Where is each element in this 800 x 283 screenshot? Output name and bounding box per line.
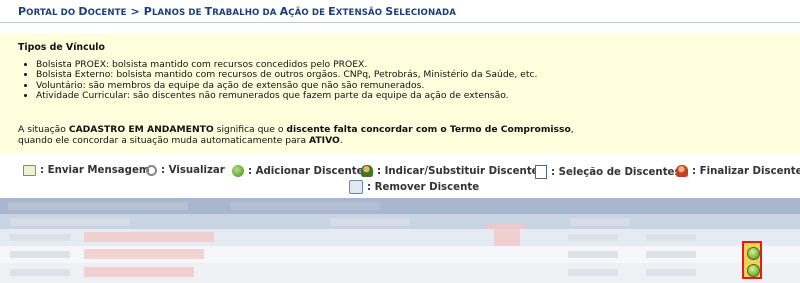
table-header [0, 214, 800, 238]
note-text: quando ele concordar a situação muda aut… [18, 135, 310, 146]
breadcrumb-separator: > [126, 5, 144, 18]
breadcrumb-text: E [328, 5, 336, 18]
row-actions-highlight [742, 241, 762, 279]
blurred-content [230, 202, 380, 210]
blurred-content [568, 269, 618, 276]
blurred-content [494, 229, 520, 246]
legend-remover-discente: : Remover Discente [349, 180, 479, 194]
table-row [0, 246, 800, 263]
blurred-content [330, 218, 410, 226]
green-arrow-icon[interactable] [747, 247, 760, 260]
blurred-content [10, 269, 70, 276]
note-text: . [339, 135, 343, 146]
page-header: PORTAL DO DOCENTE > PLANOS DE TRABALHO D… [0, 0, 800, 22]
legend-enviar-mensagem: : Enviar Mensagem [23, 165, 149, 176]
blurred-content [646, 234, 696, 241]
blurred-content [84, 267, 194, 277]
blurred-content [570, 218, 630, 226]
info-box: Tipos de Vínculo Bolsista PROEX: bolsist… [0, 34, 800, 153]
blurred-content [84, 249, 204, 259]
blurred-content [646, 269, 696, 276]
legend-selecao-discentes: : Seleção de Discentes [535, 165, 681, 179]
legend-label: : Seleção de Discentes [551, 166, 681, 178]
breadcrumb-text: P [143, 5, 152, 18]
breadcrumb-text: OCENTE [87, 8, 127, 18]
blurred-content [10, 234, 70, 241]
breadcrumb-text: P [18, 5, 27, 18]
discentes-table [0, 198, 800, 283]
breadcrumb-text: ELECIONADA [393, 8, 456, 18]
legend-label: : Finalizar Discente [692, 165, 800, 177]
legend-label: : Visualizar [161, 165, 225, 176]
breadcrumb-text: LANOS DE [151, 8, 205, 18]
blurred-content [84, 232, 214, 242]
breadcrumb: PORTAL DO DOCENTE > PLANOS DE TRABALHO D… [18, 5, 456, 18]
note-text: A situação [18, 124, 69, 135]
remove-icon [349, 180, 363, 194]
note-terms-bold: discente falta concordar com o Termo de … [286, 124, 571, 135]
breadcrumb-text: RABALHO DA [212, 8, 280, 18]
status-note: A situação CADASTRO EM ANDAMENTO signifi… [18, 124, 788, 146]
legend-label: : Remover Discente [367, 181, 480, 193]
legend-finalizar-discente: : Finalizar Discente [676, 165, 800, 177]
magnifier-icon [146, 165, 157, 176]
breadcrumb-text: ORTAL DO [26, 8, 79, 18]
legend-toolbar: : Enviar Mensagem : Visualizar : Adicion… [0, 160, 800, 196]
plus-circle-icon [232, 165, 244, 177]
green-arrow-icon[interactable] [747, 264, 760, 277]
blurred-content [10, 218, 130, 226]
envelope-icon [23, 165, 36, 176]
table-row [0, 263, 800, 283]
blurred-content [568, 234, 618, 241]
table-row [0, 229, 800, 246]
breadcrumb-text: ÇÃO DE [288, 8, 329, 18]
legend-label: : Enviar Mensagem [40, 165, 150, 176]
note-status-bold: CADASTRO EM ANDAMENTO [68, 124, 214, 135]
vinculo-list: Bolsista PROEX: bolsista mantido com rec… [36, 59, 776, 102]
blurred-content [568, 251, 618, 258]
legend-adicionar-discente: : Adicionar Discente [232, 165, 364, 177]
legend-visualizar: : Visualizar [146, 165, 225, 176]
breadcrumb-text: XTENSÃO [335, 8, 386, 18]
list-icon [535, 165, 547, 179]
blurred-content [646, 251, 696, 258]
info-title: Tipos de Vínculo [18, 42, 105, 53]
legend-label: : Indicar/Substituir Discente [377, 165, 539, 177]
list-item: Atividade Curricular: são discentes não … [36, 90, 776, 101]
blurred-content [8, 202, 188, 210]
note-active-bold: ATIVO [309, 135, 340, 146]
note-text: , [570, 124, 574, 135]
blurred-content [10, 251, 70, 258]
legend-indicar-discente: : Indicar/Substituir Discente [361, 165, 539, 177]
table-caption [0, 198, 800, 214]
user-finish-icon [676, 165, 688, 177]
breadcrumb-text: D [78, 5, 88, 18]
header-divider [0, 22, 800, 23]
legend-label: : Adicionar Discente [248, 165, 364, 177]
note-text: significa que o [213, 124, 287, 135]
breadcrumb-text: A [279, 5, 289, 18]
user-swap-icon [361, 165, 373, 177]
